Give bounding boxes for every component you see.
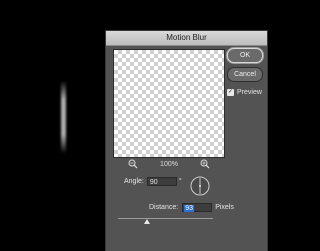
- ok-button[interactable]: OK: [227, 48, 263, 63]
- distance-slider-thumb[interactable]: [144, 219, 150, 224]
- distance-row: Distance: 93 Pixels: [149, 203, 234, 212]
- zoom-controls: 100%: [113, 158, 225, 170]
- preview-checkbox-row[interactable]: ✓ Preview: [227, 89, 262, 96]
- distance-value: 93: [184, 205, 194, 212]
- angle-row: Angle: 90 °: [124, 177, 182, 186]
- distance-label: Distance:: [149, 204, 179, 211]
- angle-unit: °: [178, 178, 182, 185]
- zoom-level: 100%: [160, 160, 178, 168]
- preview-checkbox[interactable]: ✓: [227, 89, 234, 96]
- distance-slider-track[interactable]: [118, 218, 213, 219]
- motion-blur-dialog: Motion Blur OK Cancel ✓ Preview 100% Ang…: [105, 30, 268, 251]
- angle-input[interactable]: 90: [146, 177, 177, 186]
- angle-label: Angle:: [124, 178, 144, 185]
- zoom-out-icon[interactable]: [128, 159, 138, 169]
- preview-area[interactable]: [113, 49, 225, 158]
- angle-dial-icon[interactable]: [190, 176, 210, 196]
- cancel-button[interactable]: Cancel: [227, 67, 263, 82]
- distance-unit: Pixels: [215, 204, 234, 211]
- distance-input[interactable]: 93: [182, 203, 213, 212]
- dialog-title: Motion Blur: [106, 31, 267, 46]
- zoom-in-icon[interactable]: [200, 159, 210, 169]
- blurred-stroke-canvas: [61, 82, 66, 152]
- preview-label: Preview: [237, 89, 262, 96]
